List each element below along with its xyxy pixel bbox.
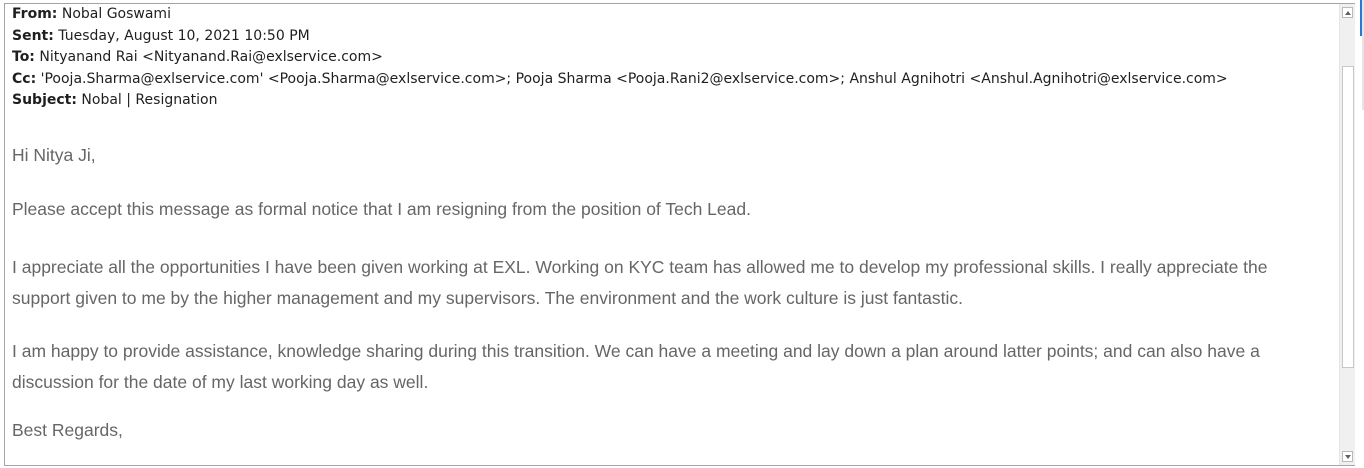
accent-indicator	[1360, 0, 1362, 36]
paragraph-line: I appreciate all the opportunities I hav…	[12, 257, 1268, 277]
from-row: From: Nobal Goswami	[12, 4, 1332, 26]
paragraph-line: support given to me by the higher manage…	[12, 288, 963, 308]
cc-value[interactable]: 'Pooja.Sharma@exlservice.com' <Pooja.Sha…	[41, 71, 1228, 87]
cc-label: Cc:	[12, 70, 37, 87]
from-label: From:	[12, 6, 58, 22]
sent-row: Sent: Tuesday, August 10, 2021 10:50 PM	[12, 26, 1332, 48]
paragraph-line: discussion for the date of my last worki…	[12, 372, 429, 392]
scrollbar-thumb[interactable]	[1342, 66, 1354, 368]
paragraph-notice: Please accept this message as formal not…	[12, 199, 751, 219]
from-value[interactable]: Nobal Goswami	[62, 6, 171, 22]
sent-label: Sent:	[12, 27, 54, 44]
paragraph-line: I am happy to provide assistance, knowle…	[12, 341, 1260, 361]
subject-label: Subject:	[12, 92, 77, 109]
arrow-up-icon[interactable]	[1342, 7, 1353, 18]
signoff: Best Regards,	[12, 420, 123, 440]
arrow-down-icon[interactable]	[1342, 451, 1353, 462]
to-value[interactable]: Nityanand Rai <Nityanand.Rai@exlservice.…	[39, 49, 383, 65]
paragraph-transition: I am happy to provide assistance, knowle…	[12, 336, 1322, 398]
cc-row: Cc: 'Pooja.Sharma@exlservice.com' <Pooja…	[12, 69, 1332, 91]
greeting: Hi Nitya Ji,	[12, 145, 96, 165]
to-label: To:	[12, 49, 35, 66]
window-edge	[1360, 0, 1364, 468]
to-row: To: Nityanand Rai <Nityanand.Rai@exlserv…	[12, 47, 1332, 69]
subject-value: Nobal | Resignation	[81, 92, 218, 109]
email-content: From: Nobal Goswami Sent: Tuesday, Augus…	[12, 4, 1332, 465]
sent-value: Tuesday, August 10, 2021 10:50 PM	[58, 27, 310, 44]
subject-row: Subject: Nobal | Resignation	[12, 90, 1332, 112]
vertical-scrollbar[interactable]	[1339, 4, 1355, 465]
email-reading-pane: From: Nobal Goswami Sent: Tuesday, Augus…	[4, 3, 1355, 466]
paragraph-appreciation: I appreciate all the opportunities I hav…	[12, 252, 1322, 314]
